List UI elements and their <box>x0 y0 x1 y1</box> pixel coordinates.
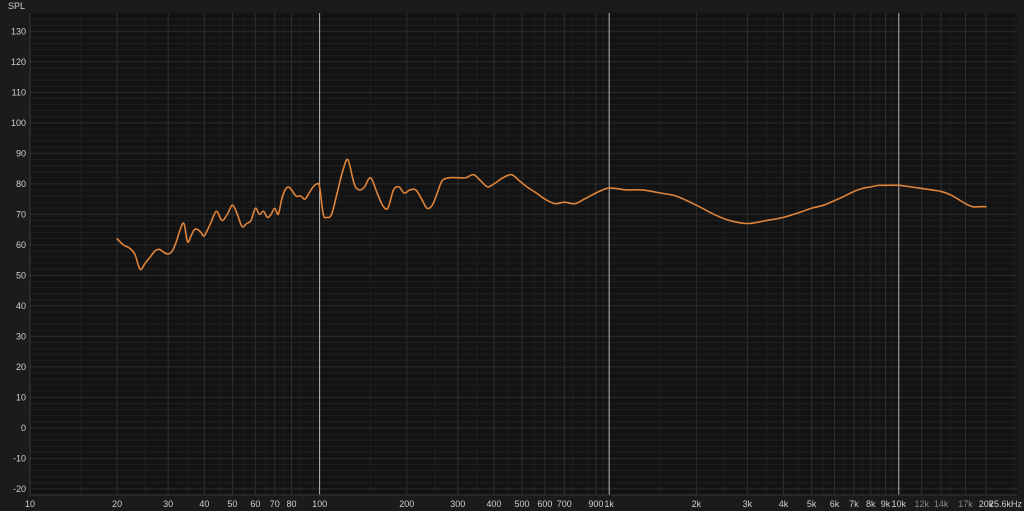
y-tick-label: 80 <box>16 179 26 189</box>
plot-area <box>30 13 1017 495</box>
y-tick-label: -20 <box>13 484 26 494</box>
x-tick-label: 4k <box>779 499 789 509</box>
y-tick-label: 40 <box>16 301 26 311</box>
y-tick-label: 0 <box>21 423 26 433</box>
x-tick-label: 10k <box>892 499 907 509</box>
x-tick-label: 900 <box>588 499 603 509</box>
x-tick-label: 17k <box>958 499 973 509</box>
x-tick-label: 7k <box>849 499 859 509</box>
y-axis-title: SPL <box>8 1 25 11</box>
x-tick-label: 80 <box>287 499 297 509</box>
x-tick-label: 500 <box>514 499 529 509</box>
x-tick-label: 70 <box>270 499 280 509</box>
y-tick-label: 100 <box>11 118 26 128</box>
x-tick-label: 25.6kHz <box>989 499 1023 509</box>
x-tick-label: 200 <box>399 499 414 509</box>
x-tick-label: 3k <box>743 499 753 509</box>
y-tick-label: 60 <box>16 240 26 250</box>
x-tick-label: 30 <box>163 499 173 509</box>
x-tick-label: 10 <box>25 499 35 509</box>
x-tick-label: 6k <box>830 499 840 509</box>
y-tick-label: 130 <box>11 26 26 36</box>
y-tick-label: 110 <box>12 87 26 97</box>
x-tick-label: 12k <box>914 499 929 509</box>
x-tick-label: 2k <box>692 499 702 509</box>
y-tick-label: -10 <box>13 453 26 463</box>
y-tick-label: 120 <box>11 57 26 67</box>
x-tick-label: 1k <box>604 499 614 509</box>
frequency-response-chart: 130 120 110 100 90 80 70 60 50 40 30 20 10 0 -10 -20 10… <box>0 0 1024 511</box>
x-tick-label: 5k <box>807 499 817 509</box>
y-tick-label: 70 <box>16 209 26 219</box>
y-tick-label: 30 <box>16 331 26 341</box>
x-tick-label: 700 <box>557 499 572 509</box>
x-tick-label: 600 <box>537 499 552 509</box>
x-tick-label: 100 <box>312 499 327 509</box>
y-tick-label: 90 <box>16 148 26 158</box>
x-tick-label: 8k <box>866 499 876 509</box>
x-tick-label: 400 <box>486 499 501 509</box>
x-tick-label: 20 <box>112 499 122 509</box>
x-tick-label: 300 <box>450 499 465 509</box>
y-tick-label: 50 <box>16 270 26 280</box>
x-tick-label: 40 <box>199 499 209 509</box>
y-tick-label: 10 <box>16 392 26 402</box>
y-tick-label: 20 <box>16 362 26 372</box>
x-tick-label: 9k <box>881 499 891 509</box>
x-tick-label: 60 <box>250 499 260 509</box>
chart-svg: 1301201101009080706050403020100-10-20 10… <box>0 0 1024 511</box>
x-tick-label: 50 <box>227 499 237 509</box>
x-tick-label: 14k <box>934 499 949 509</box>
